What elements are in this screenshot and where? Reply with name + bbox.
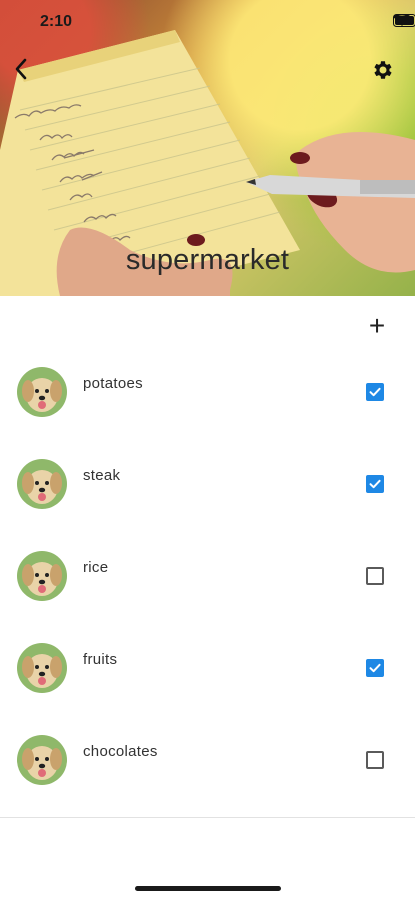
puppy-avatar-image [17, 367, 67, 417]
status-time: 2:10 [40, 13, 73, 30]
chevron-left-icon [15, 58, 27, 80]
list-title: supermarket [125, 244, 290, 276]
settings-button[interactable] [371, 58, 405, 92]
avatar [17, 735, 67, 785]
item-checkbox[interactable] [366, 383, 384, 401]
plus-icon: + [368, 310, 386, 341]
checkmark-icon [369, 387, 381, 397]
avatar [17, 643, 67, 693]
item-checkbox[interactable] [366, 567, 384, 585]
item-label: chocolates [83, 743, 158, 760]
battery-icon [393, 14, 415, 27]
item-label: rice [83, 559, 109, 576]
avatar [17, 551, 67, 601]
item-label: potatoes [83, 375, 143, 392]
puppy-avatar-image [17, 459, 67, 509]
list-item[interactable]: steak [0, 437, 415, 529]
item-checkbox[interactable] [366, 751, 384, 769]
puppy-avatar-image [17, 643, 67, 693]
item-checkbox[interactable] [366, 659, 384, 677]
status-bar: 2:10 [0, 0, 415, 44]
item-list: potatoes steak rice fruits chocolates [0, 345, 415, 805]
gear-icon [374, 61, 392, 79]
puppy-avatar-image [17, 551, 67, 601]
item-label: fruits [83, 651, 118, 668]
checkmark-icon [369, 663, 381, 673]
avatar [17, 459, 67, 509]
list-item[interactable]: rice [0, 529, 415, 621]
divider [0, 817, 415, 818]
item-label: steak [83, 467, 121, 484]
avatar [17, 367, 67, 417]
home-indicator[interactable] [135, 886, 281, 891]
header-image: 2:10 supermarket [0, 0, 415, 296]
item-checkbox[interactable] [366, 475, 384, 493]
puppy-avatar-image [17, 735, 67, 785]
back-button[interactable] [14, 58, 48, 92]
list-item[interactable]: chocolates [0, 713, 415, 805]
checkmark-icon [369, 479, 381, 489]
list-item[interactable]: fruits [0, 621, 415, 713]
list-item[interactable]: potatoes [0, 345, 415, 437]
add-item-button[interactable]: + [363, 312, 391, 340]
